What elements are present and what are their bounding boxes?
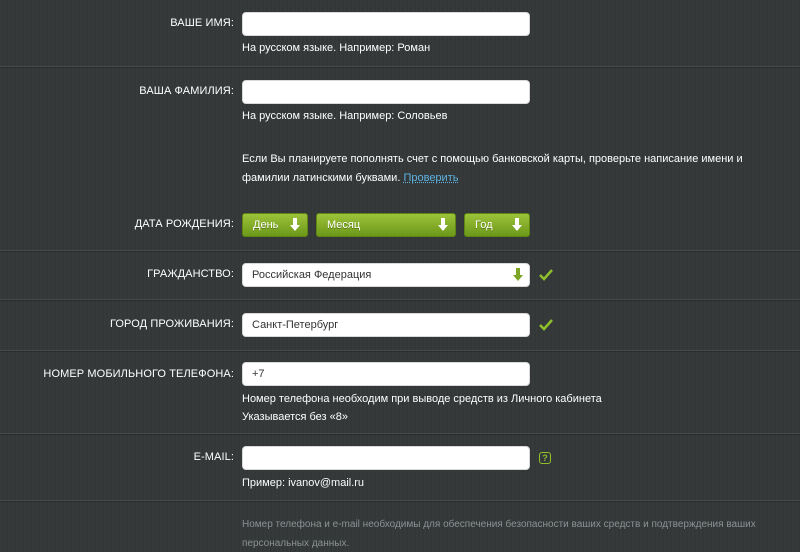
phone-input[interactable] xyxy=(242,362,530,386)
city-input[interactable] xyxy=(242,313,530,337)
month-select[interactable]: Месяц xyxy=(316,213,456,237)
divider xyxy=(0,66,800,67)
checkmark-icon xyxy=(539,269,553,281)
card-note-text: Если Вы планируете пополнять счет с помо… xyxy=(242,153,743,184)
down-arrow-icon xyxy=(513,268,523,281)
down-arrow-icon xyxy=(438,218,448,231)
divider xyxy=(0,299,800,300)
year-select-label: Год xyxy=(475,219,493,231)
first-name-label: ВАШЕ ИМЯ: xyxy=(170,17,234,29)
card-note: Если Вы планируете пополнять счет с помо… xyxy=(242,150,762,188)
divider xyxy=(0,250,800,251)
email-label: E-MAIL: xyxy=(193,451,234,463)
down-arrow-icon xyxy=(512,218,522,231)
first-name-input[interactable] xyxy=(242,12,530,36)
phone-hint-without-8: Указывается без «8» xyxy=(242,411,349,423)
email-input[interactable] xyxy=(242,446,530,470)
citizenship-value: Российская Федерация xyxy=(252,269,372,281)
checkmark-icon xyxy=(539,319,553,331)
check-latin-link[interactable]: Проверить xyxy=(403,172,458,184)
security-note: Номер телефона и e-mail необходимы для о… xyxy=(242,519,756,549)
city-label: ГОРОД ПРОЖИВАНИЯ: xyxy=(109,318,234,330)
divider xyxy=(0,433,800,434)
phone-label: НОМЕР МОБИЛЬНОГО ТЕЛЕФОНА: xyxy=(43,368,234,380)
citizenship-label: ГРАЖДАНСТВО: xyxy=(147,268,234,280)
last-name-label: ВАША ФАМИЛИЯ: xyxy=(139,85,234,97)
phone-hint: Номер телефона необходим при выводе сред… xyxy=(242,393,602,405)
email-hint: Пример: ivanov@mail.ru xyxy=(242,477,365,489)
year-select[interactable]: Год xyxy=(464,213,530,237)
last-name-hint: На русском языке. Например: Соловьев xyxy=(242,110,448,122)
birth-date-label: ДАТА РОЖДЕНИЯ: xyxy=(134,218,234,230)
day-select[interactable]: День xyxy=(242,213,308,237)
divider xyxy=(0,500,800,501)
first-name-hint: На русском языке. Например: Роман xyxy=(242,42,431,54)
last-name-input[interactable] xyxy=(242,80,530,104)
month-select-label: Месяц xyxy=(327,219,361,231)
day-select-label: День xyxy=(253,219,279,231)
question-icon[interactable]: ? xyxy=(539,452,551,464)
registration-form: ВАШЕ ИМЯ: На русском языке. Например: Ро… xyxy=(0,0,800,552)
citizenship-select[interactable]: Российская Федерация xyxy=(242,263,530,287)
down-arrow-icon xyxy=(290,218,300,231)
divider xyxy=(0,350,800,351)
